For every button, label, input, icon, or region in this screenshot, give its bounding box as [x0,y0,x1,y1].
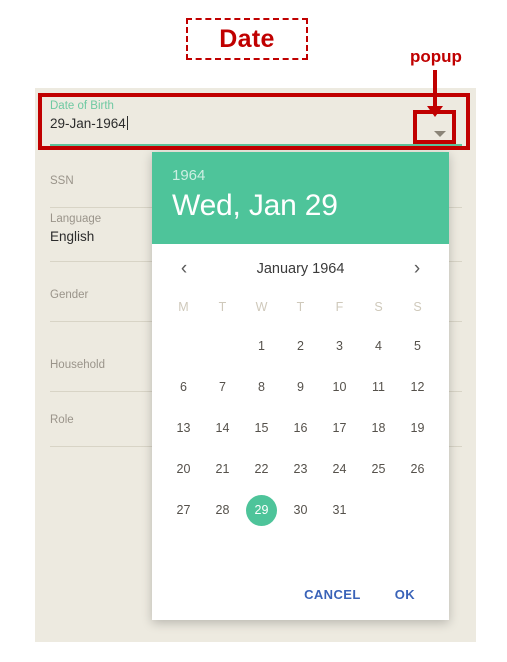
date-of-birth-underline [50,144,462,146]
calendar-day[interactable]: 11 [359,367,398,408]
weekday-header-row: MTWTFSS [152,288,449,322]
calendar-day[interactable]: 15 [242,408,281,449]
calendar-day[interactable]: 24 [320,449,359,490]
month-navigation: ‹ January 1964 › [152,244,449,288]
weekday-header-3: T [296,300,305,314]
annotation-popup-label: popup [410,47,462,66]
annotation-arrow-head [427,106,443,117]
selected-date-headline[interactable]: Wed, Jan 29 [172,186,429,226]
calendar-day[interactable]: 16 [281,408,320,449]
calendar-day[interactable]: 9 [281,367,320,408]
weekday-header-5: S [374,300,383,314]
calendar-day[interactable]: 17 [320,408,359,449]
date-picker-dialog: 1964 Wed, Jan 29 ‹ January 1964 › MTWTFS… [152,152,449,620]
calendar-day-blank [164,326,203,367]
date-picker-header: 1964 Wed, Jan 29 [152,152,449,244]
ok-button[interactable]: OK [385,579,425,610]
calendar-day[interactable]: 2 [281,326,320,367]
calendar-day[interactable]: 23 [281,449,320,490]
selected-year[interactable]: 1964 [172,166,429,186]
date-of-birth-label: Date of Birth [50,100,114,112]
calendar-day-selected[interactable]: 29 [242,490,281,531]
calendar-day[interactable]: 27 [164,490,203,531]
weekday-header-6: S [413,300,422,314]
annotation-date-label: Date [219,24,275,53]
date-of-birth-field[interactable]: Date of Birth 29-Jan-1964 [50,99,462,146]
calendar-day[interactable]: 26 [398,449,437,490]
weekday-header-4: F [335,300,344,314]
chevron-left-icon[interactable]: ‹ [174,258,194,280]
calendar-day[interactable]: 7 [203,367,242,408]
calendar-day[interactable]: 3 [320,326,359,367]
calendar-day[interactable]: 19 [398,408,437,449]
cancel-button[interactable]: CANCEL [294,579,371,610]
calendar-day[interactable]: 20 [164,449,203,490]
weekday-header-2: W [255,300,268,314]
calendar-day[interactable]: 22 [242,449,281,490]
calendar-day[interactable]: 4 [359,326,398,367]
chevron-right-icon[interactable]: › [407,258,427,280]
calendar-day[interactable]: 28 [203,490,242,531]
calendar-day[interactable]: 12 [398,367,437,408]
calendar-day[interactable]: 1 [242,326,281,367]
calendar-day[interactable]: 13 [164,408,203,449]
month-year-title: January 1964 [256,261,345,277]
calendar-day[interactable]: 18 [359,408,398,449]
calendar-day[interactable]: 10 [320,367,359,408]
calendar-day[interactable]: 14 [203,408,242,449]
calendar-day-blank [203,326,242,367]
calendar-day[interactable]: 25 [359,449,398,490]
date-of-birth-value[interactable]: 29-Jan-1964 [50,114,462,134]
annotation-arrow-line [433,70,437,110]
chevron-down-icon[interactable] [434,131,446,137]
calendar-day[interactable]: 31 [320,490,359,531]
calendar-day[interactable]: 5 [398,326,437,367]
dialog-action-bar: CANCEL OK [152,579,449,610]
weekday-header-0: M [178,300,189,314]
text-cursor [126,116,128,130]
calendar-day[interactable]: 21 [203,449,242,490]
calendar-day[interactable]: 8 [242,367,281,408]
calendar-day[interactable]: 30 [281,490,320,531]
calendar-day-grid: 1 2 3 4 5 6 7 8 9 10 11 12 13 14 15 16 17 18 19 20 21 22 23 24 2… [152,322,449,531]
weekday-header-1: T [218,300,227,314]
calendar-day[interactable]: 6 [164,367,203,408]
